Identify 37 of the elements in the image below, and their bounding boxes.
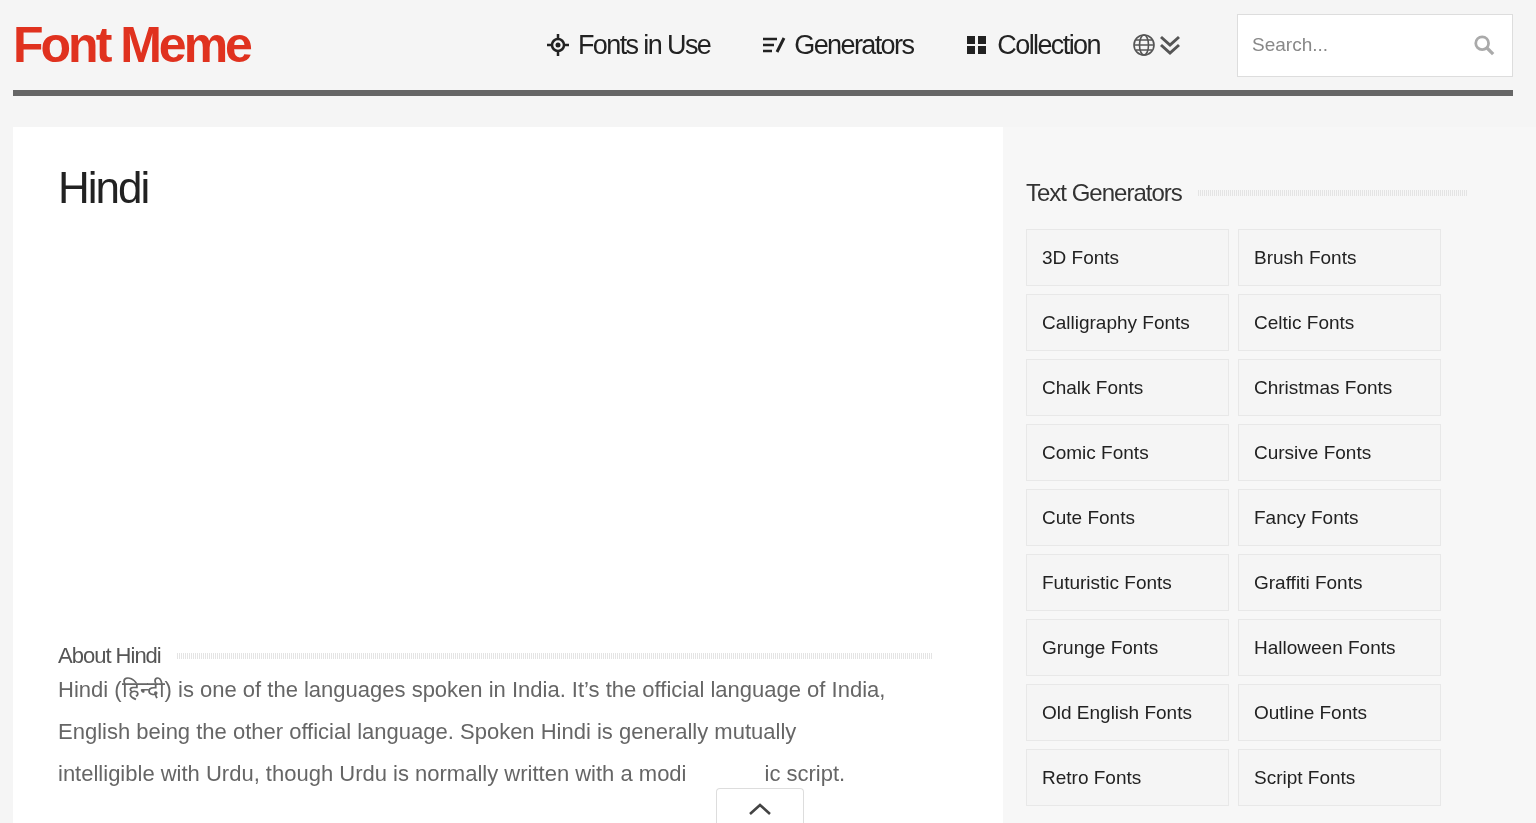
generator-link[interactable]: Graffiti Fonts [1238, 554, 1441, 611]
site-logo[interactable]: Font Meme [13, 15, 250, 75]
paragraph-line: Hindi (हिन्दी) is one of the languages spoken in India. It’s the official language of India, [58, 676, 887, 704]
paragraph-line: English being the other official language. Spoken Hindi is generally mutually [58, 718, 798, 746]
generator-link[interactable]: Cursive Fonts [1238, 424, 1441, 481]
double-chevron-icon [1157, 33, 1182, 57]
search-icon[interactable] [1473, 33, 1495, 56]
generator-link[interactable]: Retro Fonts [1026, 749, 1229, 806]
paragraph-line: intelligible with Urdu, though Urdu is normally written with a modi [58, 760, 687, 788]
search-field[interactable]: Search... [1237, 13, 1513, 77]
paragraph-line: ic script. [764, 760, 846, 788]
section-title: About Hindi [58, 643, 161, 669]
nav-link[interactable]: Generators [762, 29, 914, 61]
crosshair-icon [545, 33, 570, 57]
generator-link[interactable]: Old English Fonts [1026, 684, 1229, 741]
generator-link[interactable]: Brush Fonts [1238, 229, 1441, 286]
generator-link[interactable]: Futuristic Fonts [1026, 554, 1229, 611]
generator-link[interactable]: Comic Fonts [1026, 424, 1229, 481]
back-to-top-button[interactable] [716, 788, 804, 823]
generator-link[interactable]: Script Fonts [1238, 749, 1441, 806]
generator-link[interactable]: Christmas Fonts [1238, 359, 1441, 416]
generator-link[interactable]: Grunge Fonts [1026, 619, 1229, 676]
chevron-up-icon [748, 801, 772, 816]
language-menu-button[interactable] [1131, 33, 1182, 57]
generator-link[interactable]: Celtic Fonts [1238, 294, 1441, 351]
nav-link[interactable]: Fonts in Use [545, 29, 711, 61]
nav-link[interactable]: Collection [965, 29, 1100, 61]
generator-link[interactable]: 3D Fonts [1026, 229, 1229, 286]
globe-icon [1131, 33, 1156, 57]
generator-link[interactable]: Chalk Fonts [1026, 359, 1229, 416]
page-title: Hindi [58, 163, 149, 213]
generator-link[interactable]: Halloween Fonts [1238, 619, 1441, 676]
generator-link[interactable]: Outline Fonts [1238, 684, 1441, 741]
sidebar-title: Text Generators [1026, 179, 1182, 207]
generator-link[interactable]: Cute Fonts [1026, 489, 1229, 546]
generator-link[interactable]: Calligraphy Fonts [1026, 294, 1229, 351]
generator-link[interactable]: Fancy Fonts [1238, 489, 1441, 546]
